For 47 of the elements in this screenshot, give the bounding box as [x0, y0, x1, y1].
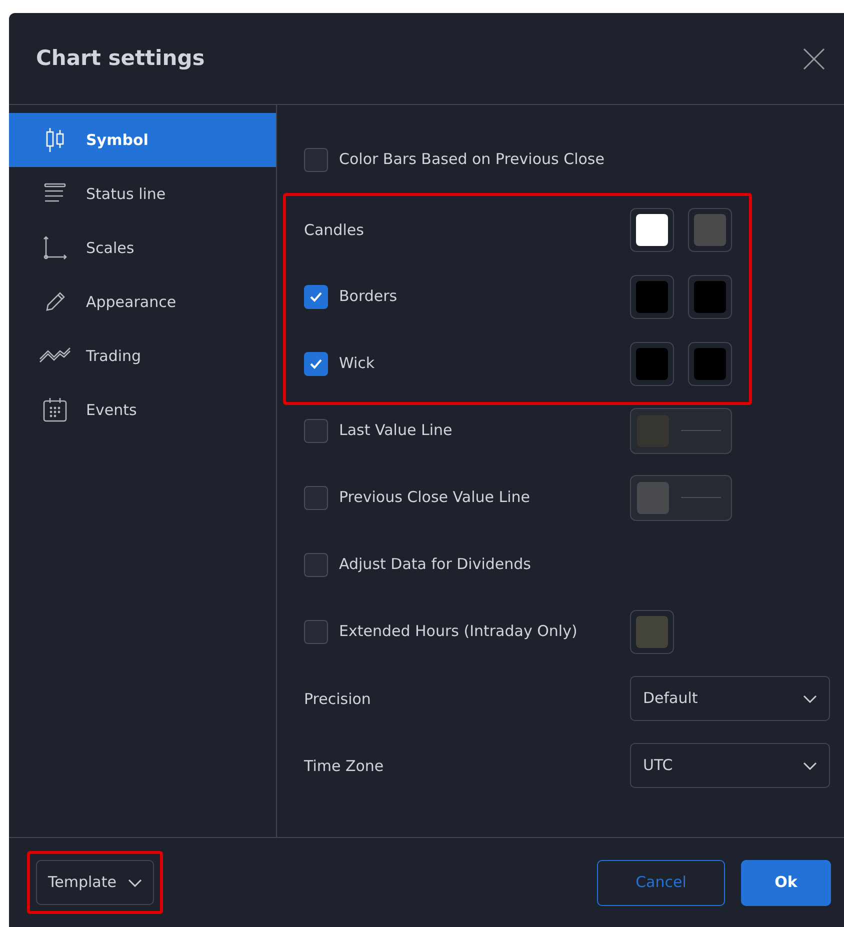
checkbox[interactable]: [304, 552, 328, 576]
option-label: Time Zone: [304, 756, 384, 774]
option-label: Precision: [304, 690, 371, 708]
color-swatch[interactable]: [630, 342, 674, 386]
option-label: Wick: [339, 353, 375, 374]
color-swatch[interactable]: [630, 610, 674, 654]
zigzag-icon: [39, 347, 71, 365]
line-style-swatch[interactable]: [630, 408, 732, 454]
dropdown[interactable]: Default: [630, 676, 830, 721]
option-label: Previous Close Value Line: [339, 487, 530, 508]
color-swatch[interactable]: [630, 274, 674, 318]
sidebar-item[interactable]: Symbol: [9, 113, 276, 167]
sidebar-item[interactable]: Trading: [9, 329, 276, 383]
dropdown[interactable]: UTC: [630, 743, 830, 788]
option-label: Color Bars Based on Previous Close: [339, 149, 604, 170]
dialog-title: Chart settings: [36, 44, 205, 72]
close-icon[interactable]: [802, 46, 826, 70]
axes-icon: [41, 234, 69, 262]
pencil-icon: [43, 290, 67, 314]
option-label: Extended Hours (Intraday Only): [339, 621, 578, 642]
option-label: Adjust Data for Dividends: [339, 554, 531, 576]
checkbox[interactable]: [304, 418, 328, 442]
chevron-down-icon: [803, 694, 817, 702]
chevron-down-icon: [128, 878, 142, 886]
color-swatch[interactable]: [688, 208, 732, 252]
check-icon: [309, 358, 323, 370]
checkbox[interactable]: [304, 486, 328, 510]
sidebar-item[interactable]: Scales: [9, 221, 276, 275]
option-label: Candles: [304, 220, 364, 238]
calendar-icon: [42, 397, 68, 423]
option-label: Borders: [339, 286, 398, 308]
option-label: Last Value Line: [339, 420, 452, 442]
color-swatch[interactable]: [630, 208, 674, 252]
color-swatch[interactable]: [688, 342, 732, 386]
checkbox[interactable]: [304, 284, 328, 308]
sidebar-item[interactable]: Status line: [9, 167, 276, 221]
sidebar-item[interactable]: Events: [9, 383, 276, 437]
ok-button[interactable]: Ok: [741, 860, 831, 906]
color-swatch[interactable]: [688, 274, 732, 318]
line-style-swatch[interactable]: [630, 474, 732, 520]
checkbox[interactable]: [304, 620, 328, 644]
checkbox[interactable]: [304, 148, 328, 172]
check-icon: [309, 290, 323, 302]
sidebar-item[interactable]: Appearance: [9, 275, 276, 329]
chevron-down-icon: [803, 762, 817, 770]
template-dropdown[interactable]: Template: [36, 860, 154, 905]
checkbox[interactable]: [304, 352, 328, 376]
